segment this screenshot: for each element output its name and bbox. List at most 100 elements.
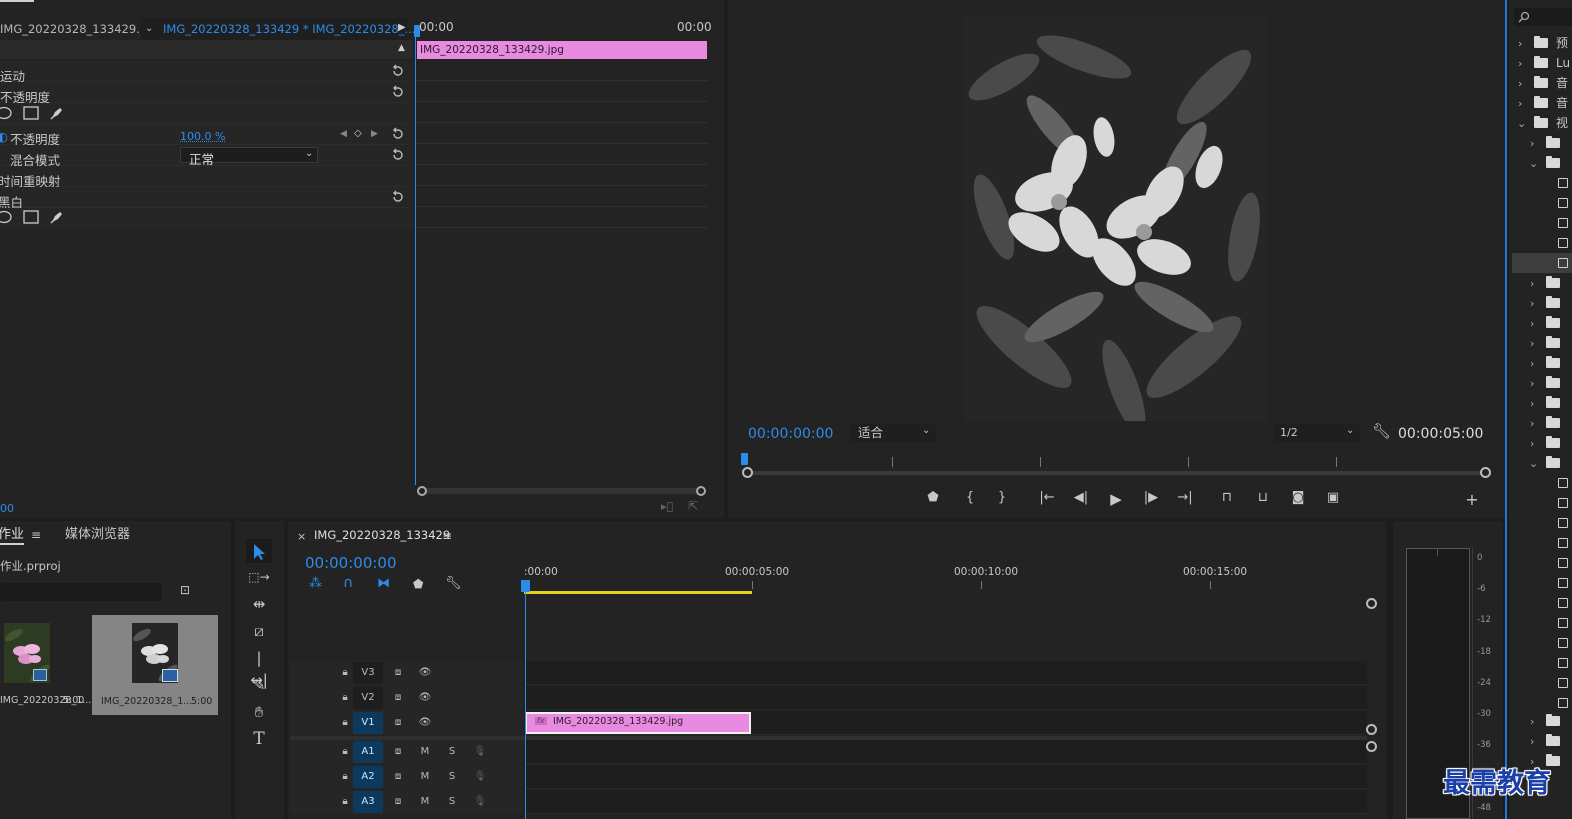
timeline-clip-v1[interactable]: fx IMG_20220328_133429.jpg: [525, 712, 751, 734]
play-icon[interactable]: ▶: [1105, 490, 1127, 508]
mute-button[interactable]: M: [410, 791, 440, 813]
track-select-tool-icon[interactable]: ⬚→: [248, 566, 270, 588]
master-clip-name[interactable]: IMG_20220328_133429.jpg: [0, 23, 158, 36]
track-lane[interactable]: [525, 740, 1367, 764]
sync-lock-icon[interactable]: ⧈: [383, 791, 413, 813]
effect-item[interactable]: [1512, 613, 1572, 633]
effect-item[interactable]: [1512, 193, 1572, 213]
next-keyframe-icon[interactable]: ▶: [371, 129, 378, 139]
effect-row-opacity[interactable]: 不透明度: [0, 82, 413, 105]
solo-button[interactable]: S: [437, 741, 467, 763]
effects-subfolder[interactable]: ›: [1512, 711, 1572, 731]
track-lane[interactable]: [525, 765, 1367, 789]
effect-row-time-remap[interactable]: 时间重映射: [0, 166, 413, 189]
ec-scrollbar[interactable]: [420, 488, 702, 494]
wrench-icon[interactable]: 🔧︎: [445, 577, 462, 590]
tab-project[interactable]: 作业: [0, 528, 24, 541]
effects-subfolder[interactable]: ›: [1512, 333, 1572, 353]
opacity-value[interactable]: 100.0 %: [180, 130, 225, 143]
effects-subfolder[interactable]: ›: [1512, 433, 1572, 453]
collapse-up-icon[interactable]: ▲: [398, 44, 405, 53]
program-timecode-current[interactable]: 00:00:00:00: [748, 427, 833, 441]
rectangle-mask-icon[interactable]: [23, 210, 39, 224]
linked-selection-icon[interactable]: ⧓: [377, 577, 390, 590]
program-zoom-bar[interactable]: [748, 471, 1486, 475]
export-icon[interactable]: ⇱: [688, 500, 698, 512]
effect-item-selected[interactable]: [1512, 253, 1572, 273]
effects-subfolder[interactable]: ›: [1512, 133, 1572, 153]
zoom-handle-left[interactable]: [742, 467, 753, 478]
effect-item[interactable]: [1512, 673, 1572, 693]
reset-icon[interactable]: [391, 148, 405, 162]
filter-icon[interactable]: ▸⃦: [661, 501, 673, 512]
effects-subfolder[interactable]: ›: [1512, 731, 1572, 751]
project-item-0[interactable]: IMG_20220328_1... 5:00: [0, 615, 91, 710]
comparison-view-icon[interactable]: ▣: [1322, 490, 1344, 505]
panel-menu-icon[interactable]: ≡: [442, 530, 452, 542]
effect-item[interactable]: [1512, 653, 1572, 673]
track-target-a2[interactable]: A2: [353, 766, 383, 788]
pen-tool-icon[interactable]: ✎: [248, 674, 270, 696]
wrench-icon[interactable]: 🔧︎: [1372, 424, 1391, 439]
sequence-clip-name[interactable]: IMG_20220328_133429 * IMG_20220328_...: [163, 23, 415, 36]
ec-scroll-handle-right[interactable]: [696, 486, 706, 496]
effects-subfolder[interactable]: ›: [1512, 353, 1572, 373]
snap-magnet-icon[interactable]: ∩: [343, 576, 353, 590]
effects-item-presets[interactable]: › 预: [1512, 33, 1572, 53]
mute-button[interactable]: M: [410, 766, 440, 788]
reset-icon[interactable]: [391, 127, 405, 141]
effects-subfolder[interactable]: ›: [1512, 413, 1572, 433]
reset-icon[interactable]: [391, 64, 405, 78]
eye-icon[interactable]: 👁︎: [410, 662, 440, 684]
ec-current-time[interactable]: 00: [0, 503, 14, 514]
track-target-v1[interactable]: V1: [353, 712, 383, 734]
slip-tool-icon[interactable]: |↔|: [248, 647, 270, 689]
pen-mask-icon[interactable]: [49, 105, 65, 121]
effects-subfolder[interactable]: ›: [1512, 273, 1572, 293]
timeline-video-empty-area[interactable]: [523, 596, 1367, 660]
effect-item[interactable]: [1512, 173, 1572, 193]
sync-lock-icon[interactable]: ⧈: [383, 662, 413, 684]
project-item-1-selected[interactable]: IMG_20220328_1... 5:00: [92, 615, 218, 715]
ec-scroll-handle-left[interactable]: [417, 486, 427, 496]
add-marker-icon[interactable]: ⬟: [413, 578, 423, 590]
work-area-bar[interactable]: [524, 591, 752, 594]
sync-lock-icon[interactable]: ⧈: [383, 766, 413, 788]
effects-item-video-effects[interactable]: ⌄ 视: [1512, 113, 1572, 133]
track-lane[interactable]: [525, 790, 1367, 814]
extract-icon[interactable]: ⊔: [1252, 490, 1274, 505]
eye-icon[interactable]: 👁︎: [410, 687, 440, 709]
chevron-down-icon[interactable]: ⌄: [145, 24, 153, 34]
effects-item-lumetri[interactable]: › Lu: [1512, 53, 1572, 73]
reset-icon[interactable]: [391, 85, 405, 99]
ec-timeline-area[interactable]: [415, 40, 708, 485]
effects-subfolder[interactable]: ›: [1512, 313, 1572, 333]
mark-out-icon[interactable]: }: [991, 490, 1013, 505]
play-only-icon[interactable]: ▶: [398, 23, 406, 33]
track-target-a3[interactable]: A3: [353, 791, 383, 813]
ellipse-mask-icon[interactable]: [0, 106, 14, 120]
track-target-v3[interactable]: V3: [353, 662, 383, 684]
effect-row-black-white[interactable]: 黑白: [0, 187, 413, 210]
type-tool-icon[interactable]: T: [248, 728, 270, 750]
effects-item-audio-transitions[interactable]: › 音: [1512, 93, 1572, 113]
ripple-edit-tool-icon[interactable]: ⇹: [248, 593, 270, 615]
track-lane[interactable]: [525, 661, 1367, 685]
effects-subfolder[interactable]: ›: [1512, 373, 1572, 393]
go-to-in-icon[interactable]: |←: [1036, 490, 1058, 505]
step-back-icon[interactable]: ◀|: [1070, 490, 1092, 505]
lift-icon[interactable]: ⊓: [1216, 490, 1238, 505]
add-button-icon[interactable]: +: [1461, 490, 1483, 509]
program-scrub-ruler[interactable]: [744, 452, 1486, 468]
fit-dropdown[interactable]: 适合 ⌄: [850, 424, 936, 442]
effects-subfolder[interactable]: ›: [1512, 393, 1572, 413]
reset-icon[interactable]: [391, 190, 405, 204]
step-forward-icon[interactable]: |▶: [1140, 490, 1162, 505]
mark-in-icon[interactable]: {: [959, 490, 981, 505]
selection-tool-icon[interactable]: [253, 543, 267, 561]
effect-row-opacity-prop[interactable]: ◐ 不透明度 100.0 % ◀ ◇ ▶: [0, 124, 413, 147]
program-playhead[interactable]: [741, 453, 748, 465]
add-keyframe-icon[interactable]: ◇: [354, 128, 362, 139]
tab-media-browser[interactable]: 媒体浏览器: [65, 528, 130, 541]
close-sequence-button[interactable]: ×: [297, 531, 306, 542]
